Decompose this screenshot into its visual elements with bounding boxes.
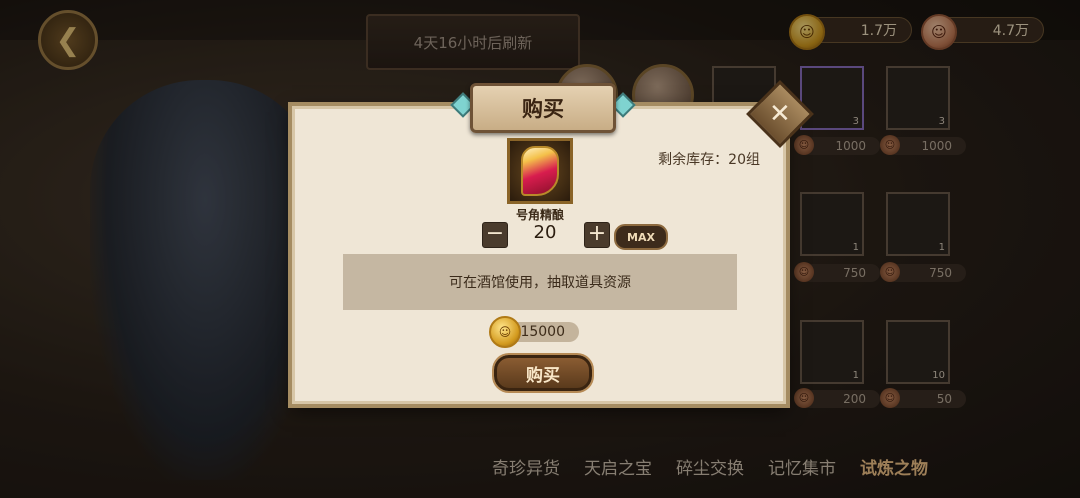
total-cost-value: 15000 xyxy=(520,324,565,340)
buy-button[interactable]: 购买 xyxy=(494,355,592,391)
item-name: 号角精酿 xyxy=(515,208,564,222)
gold-coin-icon: ☺ xyxy=(489,316,521,348)
item-icon-frame xyxy=(507,138,573,204)
close-icon: ✕ xyxy=(769,98,791,129)
increase-button[interactable]: + xyxy=(584,222,610,248)
dialog-title: 购买 xyxy=(470,83,616,133)
total-cost: ☺ 15000 xyxy=(489,316,579,348)
stock-remaining: 剩余库存：20组 xyxy=(658,152,760,168)
item-description: 可在酒馆使用，抽取道具资源 xyxy=(343,254,737,310)
decrease-button[interactable]: − xyxy=(482,222,508,248)
horn-drink-icon xyxy=(521,146,559,196)
quantity-value[interactable]: 20 xyxy=(510,222,580,246)
max-button[interactable]: MAX xyxy=(614,224,668,250)
